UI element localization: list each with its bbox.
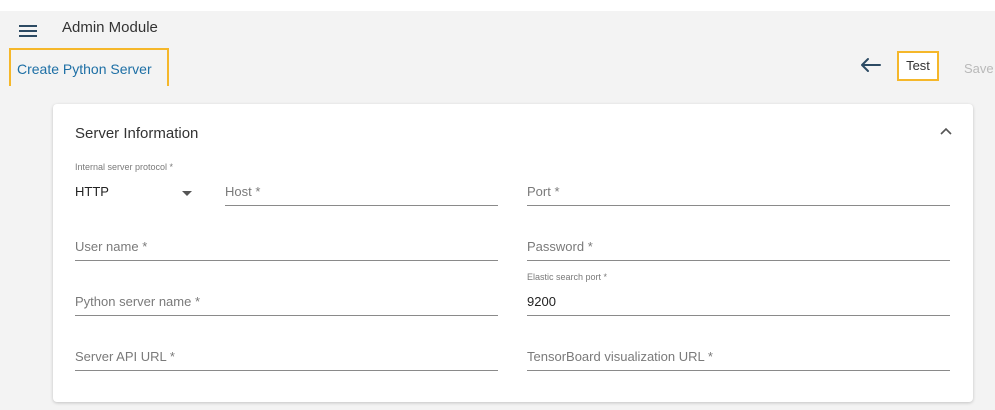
port-placeholder: Port * <box>527 184 560 199</box>
password-input[interactable]: Password * <box>527 217 950 261</box>
save-button[interactable]: Save <box>964 61 994 76</box>
username-placeholder: User name * <box>75 239 148 254</box>
test-button[interactable]: Test <box>897 51 939 81</box>
page-title: Create Python Server <box>9 48 169 88</box>
password-placeholder: Password * <box>527 239 593 254</box>
protocol-select[interactable]: Internal server protocol * HTTP <box>75 162 195 204</box>
sub-header: Create Python Server Test Save <box>0 46 995 88</box>
username-input[interactable]: User name * <box>75 217 498 261</box>
host-input[interactable]: Host * <box>225 162 498 206</box>
elastic-search-port-label: Elastic search port * <box>527 272 608 282</box>
host-placeholder: Host * <box>225 184 261 199</box>
elastic-search-port-value: 9200 <box>527 294 556 309</box>
tensorboard-url-input[interactable]: TensorBoard visualization URL * <box>527 327 950 371</box>
server-api-url-input[interactable]: Server API URL * <box>75 327 498 371</box>
server-api-url-placeholder: Server API URL * <box>75 349 175 364</box>
protocol-label: Internal server protocol * <box>75 162 174 172</box>
python-server-name-placeholder: Python server name * <box>75 294 201 309</box>
elastic-search-port-input[interactable]: Elastic search port * 9200 <box>527 272 950 316</box>
section-title: Server Information <box>75 125 199 142</box>
content-area: Server Information Internal server proto… <box>0 86 995 410</box>
python-server-name-input[interactable]: Python server name * <box>75 272 498 316</box>
tensorboard-url-placeholder: TensorBoard visualization URL * <box>527 349 713 364</box>
top-gap <box>0 0 995 11</box>
arrow-left-icon[interactable] <box>858 56 882 74</box>
protocol-value: HTTP <box>75 184 109 199</box>
caret-down-icon <box>182 191 192 196</box>
server-information-card: Server Information Internal server proto… <box>53 104 973 402</box>
hamburger-menu-icon[interactable] <box>19 25 37 38</box>
module-title: Admin Module <box>62 19 158 36</box>
port-input[interactable]: Port * <box>527 162 950 206</box>
chevron-up-icon[interactable] <box>939 126 953 136</box>
top-bar: Admin Module <box>0 11 995 46</box>
